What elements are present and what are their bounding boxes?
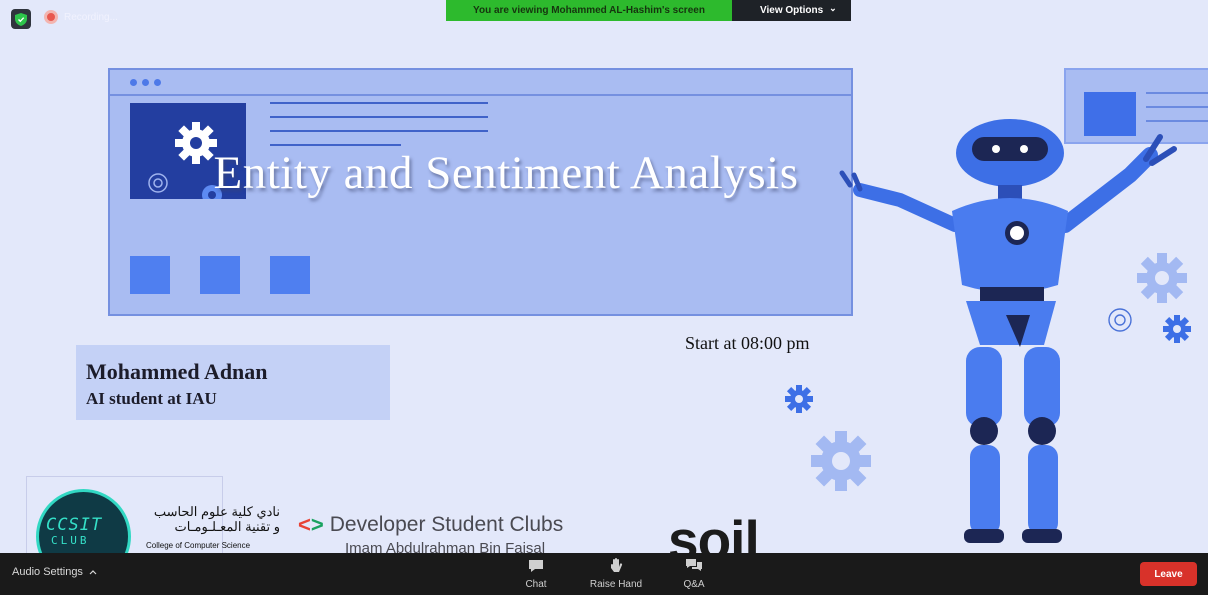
- chevron-up-icon: [89, 570, 97, 575]
- shield-icon[interactable]: [11, 9, 31, 29]
- recording-label: Recording...: [64, 11, 118, 23]
- chat-button[interactable]: Chat: [506, 557, 566, 590]
- chat-label: Chat: [525, 579, 547, 590]
- ccsit-club-text: CLUB: [51, 534, 90, 547]
- qa-icon: [686, 559, 702, 571]
- viewing-banner-text: You are viewing Mohammed AL-Hashim's scr…: [446, 0, 732, 21]
- slide-title: Entity and Sentiment Analysis: [213, 147, 799, 199]
- audio-settings-button[interactable]: Audio Settings: [12, 566, 97, 578]
- meeting-controls-bar: Audio Settings Chat Raise Hand Q&A Leave: [0, 553, 1208, 595]
- chat-icon: [529, 560, 543, 572]
- shared-screen: Recording... You are viewing Mohammed AL…: [0, 0, 1208, 553]
- raise-hand-label: Raise Hand: [589, 579, 643, 590]
- presenter-role: AI student at IAU: [86, 389, 217, 408]
- qa-label: Q&A: [683, 579, 705, 590]
- chevron-down-icon: ⌄: [829, 3, 837, 13]
- audio-settings-label: Audio Settings: [12, 566, 83, 578]
- view-options-button[interactable]: View Options ⌄: [732, 0, 851, 21]
- soil-logo: soil: [668, 509, 760, 553]
- presenter-name: Mohammed Adnan: [86, 359, 268, 384]
- block-decorations: [130, 256, 310, 294]
- robot-illustration: [839, 119, 1177, 543]
- qa-button[interactable]: Q&A: [664, 557, 724, 590]
- dsc-logo: <> Developer Student Clubs: [298, 513, 563, 537]
- dsc-name: Developer Student Clubs: [329, 513, 564, 536]
- gear-icon: [785, 385, 813, 413]
- presenter-box: Mohammed Adnan AI student at IAU: [76, 345, 390, 420]
- ccsit-arabic-name: نادي كلية علوم الحاسب و تقنية المعـلـومـ…: [146, 504, 280, 534]
- start-time: Start at 08:00 pm: [685, 333, 810, 353]
- viewing-banner: You are viewing Mohammed AL-Hashim's scr…: [446, 0, 851, 21]
- record-icon: [44, 10, 58, 24]
- card-titlebar: [110, 70, 851, 96]
- ccsit-logo-text: CCSIT: [46, 515, 103, 535]
- view-options-label: View Options: [760, 5, 824, 16]
- dsc-brackets-icon: <>: [298, 512, 324, 537]
- window-dots: [130, 79, 161, 86]
- ccsit-arabic-line2: و تقنية المعـلـومـات: [174, 519, 280, 534]
- ccsit-english-name: College of Computer Science: [146, 541, 251, 550]
- hand-icon: [611, 558, 623, 572]
- recording-indicator: Recording...: [44, 10, 118, 24]
- dsc-subtitle: Imam Abdulrahman Bin Faisal: [345, 540, 546, 553]
- leave-button[interactable]: Leave: [1140, 562, 1197, 586]
- ccsit-arabic-line1: نادي كلية علوم الحاسب: [153, 504, 280, 519]
- raise-hand-button[interactable]: Raise Hand: [586, 557, 646, 590]
